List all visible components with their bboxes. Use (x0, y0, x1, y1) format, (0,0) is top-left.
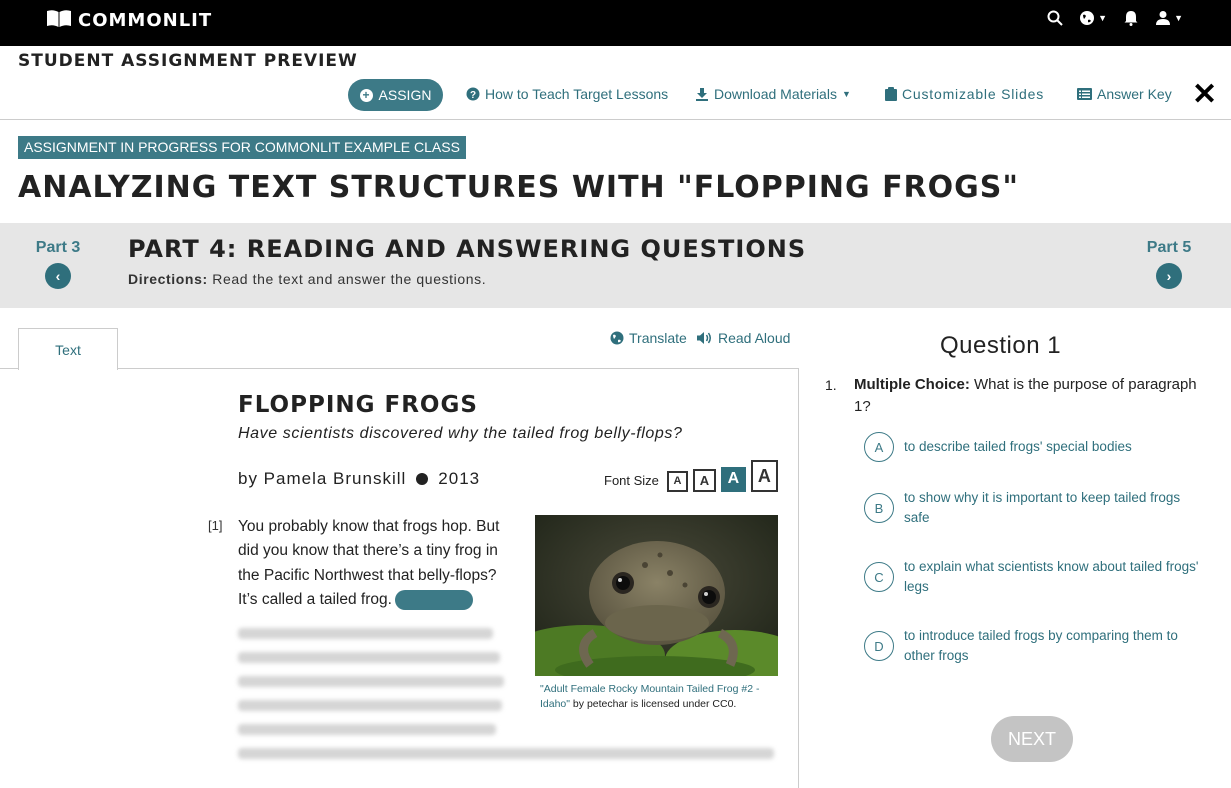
customizable-slides-link[interactable]: Customizable Slides (885, 86, 1044, 102)
assign-label: ASSIGN (378, 87, 432, 103)
read-aloud-button[interactable]: Read Aloud (696, 330, 790, 346)
story-subtitle: Have scientists discovered why the taile… (238, 425, 683, 442)
user-icon (1156, 11, 1171, 25)
answer-choice-a[interactable]: A to describe tailed frogs' special bodi… (864, 432, 1204, 462)
language-menu[interactable]: ▼ (1079, 10, 1107, 26)
download-materials-dropdown[interactable]: Download Materials ▼ (695, 86, 851, 102)
chevron-right-icon: › (1156, 263, 1182, 289)
answer-choice-b[interactable]: B to show why it is important to keep ta… (864, 488, 1204, 528)
chevron-left-icon: ‹ (45, 263, 71, 289)
choice-letter: C (864, 562, 894, 592)
customizable-slides-label: Customizable Slides (902, 86, 1045, 102)
tab-text[interactable]: Text (18, 328, 118, 370)
choice-letter: D (864, 631, 894, 661)
page-title: ANALYZING TEXT STRUCTURES WITH "FLOPPING… (18, 170, 1020, 205)
story-title: FLOPPING FROGS (238, 392, 478, 418)
separator-dot (416, 473, 429, 485)
question-heading: Question 1 (940, 332, 1062, 359)
preview-title: STUDENT ASSIGNMENT PREVIEW (18, 51, 358, 71)
preview-toolbar: STUDENT ASSIGNMENT PREVIEW + ASSIGN ? Ho… (0, 46, 1231, 120)
directions-text: Read the text and answer the questions. (212, 271, 487, 287)
choice-letter: A (864, 432, 894, 462)
previous-part-label: Part 3 (35, 239, 81, 256)
author: by Pamela Brunskill (238, 469, 407, 488)
list-icon (1077, 88, 1092, 100)
question-circle-icon: ? (466, 87, 480, 101)
svg-text:?: ? (470, 90, 476, 101)
commonlit-logo[interactable]: COMMONLIT (46, 8, 212, 33)
directions-label: Directions: (128, 271, 208, 287)
top-navbar: COMMONLIT ▼ ▼ (0, 0, 1231, 46)
choice-text: to introduce tailed frogs by comparing t… (904, 628, 1178, 663)
download-materials-label: Download Materials (714, 86, 837, 102)
font-size-control: Font Size A A A A (604, 460, 778, 492)
chevron-down-icon: ▼ (1174, 13, 1183, 23)
answer-choice-c[interactable]: C to explain what scientists know about … (864, 557, 1204, 597)
font-size-large-button[interactable]: A (720, 466, 746, 492)
close-icon[interactable]: ✕ (1192, 80, 1217, 110)
question-number: 1. (825, 377, 837, 393)
blurred-text-line (238, 724, 496, 735)
speaker-icon (697, 332, 711, 344)
next-part-label: Part 5 (1146, 239, 1192, 256)
part-directions: Directions: Read the text and answer the… (128, 271, 486, 287)
choice-text: to describe tailed frogs' special bodies (904, 439, 1132, 454)
bell-icon[interactable] (1123, 10, 1139, 26)
choice-text: to explain what scientists know about ta… (904, 559, 1199, 594)
chevron-down-icon: ▼ (1098, 13, 1108, 23)
how-to-teach-label: How to Teach Target Lessons (485, 86, 669, 102)
read-aloud-label: Read Aloud (718, 330, 791, 346)
part-title: PART 4: READING AND ANSWERING QUESTIONS (128, 235, 807, 263)
clipboard-icon (885, 87, 897, 101)
paragraph-1: You probably know that frogs hop. But di… (238, 515, 513, 612)
answer-key-link[interactable]: Answer Key (1077, 86, 1172, 102)
globe-icon (610, 331, 624, 345)
next-button[interactable]: NEXT (991, 716, 1073, 762)
previous-part-button[interactable]: Part 3 ‹ (23, 239, 93, 289)
how-to-teach-link[interactable]: ? How to Teach Target Lessons (466, 86, 668, 102)
blurred-text-line (238, 652, 500, 663)
image-license: by petechar is licensed under CC0. (570, 698, 737, 710)
question-type: Multiple Choice: (854, 376, 970, 393)
answer-key-label: Answer Key (1097, 86, 1172, 102)
image-caption: "Adult Female Rocky Mountain Tailed Frog… (540, 682, 780, 712)
download-icon (696, 88, 708, 101)
paragraph-number: [1] (208, 518, 223, 533)
question-marker[interactable] (394, 589, 473, 610)
assign-button[interactable]: + ASSIGN (348, 79, 443, 111)
blurred-text-line (238, 748, 774, 759)
font-size-xlarge-button[interactable]: A (750, 460, 778, 492)
publication-year: 2013 (438, 469, 481, 488)
search-icon[interactable] (1047, 10, 1063, 26)
blurred-text-line (238, 700, 502, 711)
font-size-small-button[interactable]: A (666, 470, 688, 492)
part-navigation-bar: Part 3 ‹ PART 4: READING AND ANSWERING Q… (0, 223, 1231, 308)
blurred-text-line (238, 676, 504, 687)
choice-letter: B (864, 493, 894, 523)
plus-icon: + (359, 88, 373, 102)
answer-choice-d[interactable]: D to introduce tailed frogs by comparing… (864, 626, 1204, 666)
next-part-button[interactable]: Part 5 › (1134, 239, 1204, 289)
font-size-label: Font Size (604, 472, 659, 488)
user-menu[interactable]: ▼ (1155, 10, 1183, 26)
tailed-frog-photo (535, 515, 778, 676)
choice-text: to show why it is important to keep tail… (904, 490, 1181, 525)
assignment-status-badge: ASSIGNMENT IN PROGRESS FOR COMMONLIT EXA… (18, 136, 466, 159)
translate-label: Translate (629, 330, 687, 346)
blurred-text-line (238, 628, 493, 639)
font-size-medium-button[interactable]: A (692, 468, 716, 492)
brand-name: COMMONLIT (78, 10, 213, 31)
byline: by Pamela Brunskill 2013 (238, 469, 480, 489)
translate-button[interactable]: Translate (610, 330, 687, 346)
chevron-down-icon: ▼ (841, 89, 851, 99)
question-prompt: Multiple Choice: What is the purpose of … (854, 374, 1214, 418)
globe-icon (1080, 11, 1095, 25)
book-icon (46, 8, 72, 33)
